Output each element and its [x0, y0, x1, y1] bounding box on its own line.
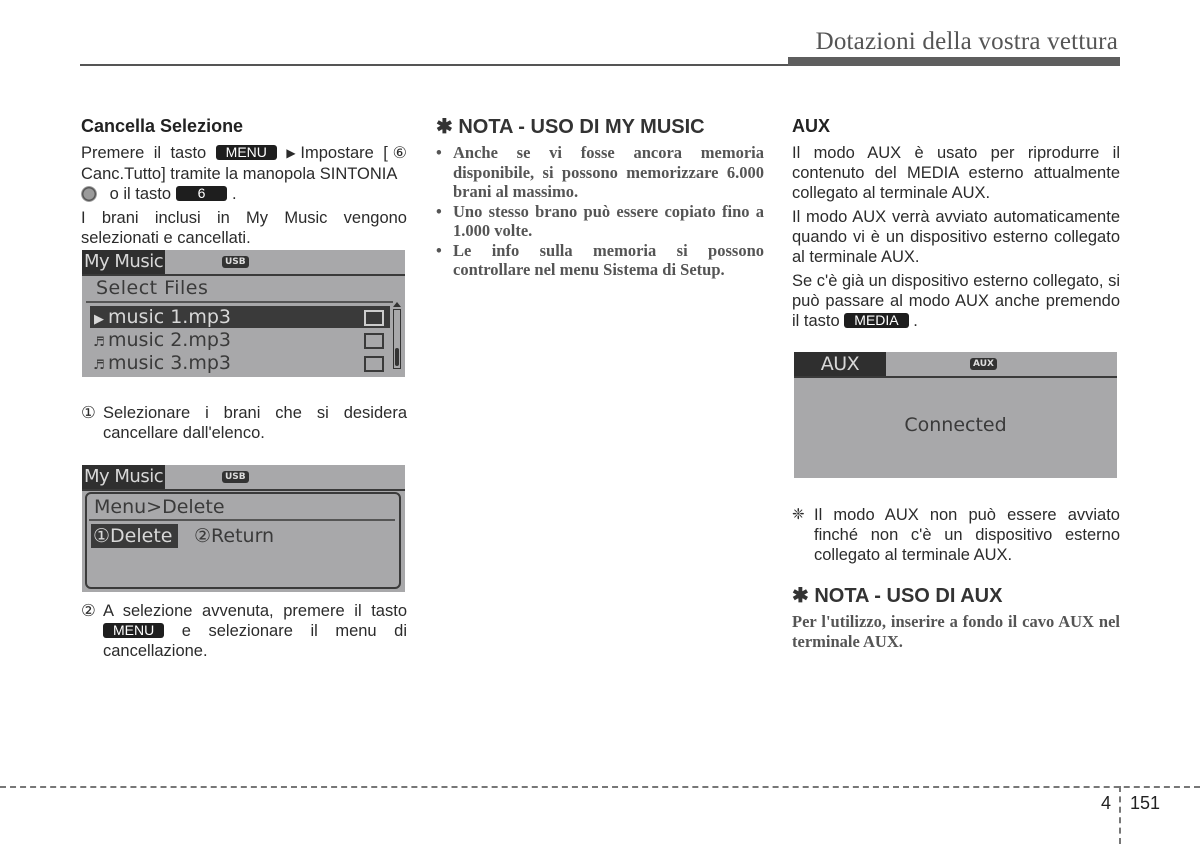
section-heading: AUX [792, 116, 831, 136]
circled-six-icon: ⑥ [387, 145, 408, 162]
step-2: ② A selezione avvenuta, premere il tasto… [81, 601, 407, 661]
header-rule [80, 64, 790, 66]
divider [86, 301, 393, 303]
step-number: ① [81, 404, 96, 422]
aux-paragraph-3: Se c'è già un dispositivo esterno colleg… [792, 271, 1120, 331]
menu-key: MENU [215, 145, 277, 160]
text: . [908, 312, 918, 330]
connection-status: Connected [904, 414, 1007, 436]
note-body: Per l'utilizzo, inserire a fondo il cavo… [792, 612, 1120, 651]
checkbox[interactable] [364, 356, 384, 372]
file-row[interactable]: ♬ music 2.mp3 [90, 329, 390, 351]
step-text: Selezionare i brani che si desidera canc… [103, 404, 407, 442]
file-name: music 3.mp3 [108, 352, 231, 374]
screen-tab: My Music [82, 465, 166, 489]
screen-header: My Music USB [82, 250, 405, 276]
screen-header: My Music USB [82, 465, 405, 491]
screen-tab: AUX [794, 352, 886, 376]
remark-asterisk-icon: ❈ [792, 506, 805, 523]
play-arrow-icon: ▶ [94, 312, 104, 327]
text: Canc.Tutto] tramite la manopola SINTONIA [81, 165, 398, 183]
screen-header: AUX AUX [794, 352, 1117, 378]
arrow-right-icon: ▶ [286, 146, 301, 160]
screen-tab: My Music [82, 250, 166, 274]
usb-badge: USB [222, 471, 249, 483]
remark-text: Il modo AUX non può essere avviato finch… [814, 506, 1120, 564]
aux-paragraph-2: Il modo AUX verrà avviato automaticament… [792, 208, 1120, 266]
text: Impostare [ [300, 144, 388, 162]
step-number: ② [81, 602, 96, 620]
step-text: A selezione avvenuta, premere il tasto M… [103, 601, 407, 661]
text: . [227, 185, 237, 203]
aux-badge: AUX [970, 358, 997, 370]
screen-subtitle: Select Files [96, 277, 209, 299]
chapter-number: 4 [1101, 793, 1112, 813]
header-bar [788, 57, 1120, 66]
music-note-icon: ♬ [93, 335, 105, 350]
text: Se c'è già un dispositivo esterno colleg… [792, 272, 1120, 330]
text: Premere il tasto [81, 144, 216, 162]
note-heading: ✱ NOTA - USO DI AUX [792, 585, 1003, 607]
file-row[interactable]: ▶ music 1.mp3 [90, 306, 390, 328]
footer-dashed-rule [0, 786, 1200, 788]
description-paragraph: I brani inclusi in My Music vengono sele… [81, 209, 407, 247]
media-key: MEDIA [844, 313, 909, 328]
column-aux: AUX Il modo AUX è usato per riprodurre i… [792, 115, 1120, 335]
checkbox[interactable] [364, 333, 384, 349]
file-row[interactable]: ♬ music 3.mp3 [90, 352, 390, 374]
scrollbar[interactable] [393, 302, 401, 370]
step-1: ① Selezionare i brani che si desidera ca… [81, 403, 407, 443]
delete-option[interactable]: ①Delete [91, 524, 179, 548]
column-cancella-selezione: Cancella Selezione Premere il tasto MENU… [81, 115, 407, 252]
footer-dashed-divider [1119, 786, 1121, 844]
note-bullet: Anche se vi fosse ancora memoria disponi… [436, 143, 764, 202]
menu-key: MENU [103, 623, 165, 638]
file-name: music 1.mp3 [108, 306, 231, 328]
note-bullet: Uno stesso brano può essere copiato fino… [436, 202, 764, 241]
column-nota-my-music: ✱ NOTA - USO DI MY MUSIC Anche se vi fos… [436, 115, 764, 280]
screen-select-files: My Music USB Select Files ▶ music 1.mp3 ♬… [82, 250, 405, 377]
aux-remark: ❈ Il modo AUX non può essere avviato fin… [792, 505, 1120, 565]
screen-aux: AUX AUX Connected [794, 352, 1117, 478]
page-number: 151 [1130, 793, 1161, 813]
scroll-track [393, 309, 401, 369]
return-option[interactable]: ②Return [194, 524, 274, 548]
note-heading: ✱ NOTA - USO DI MY MUSIC [436, 116, 705, 138]
aux-paragraph-1: Il modo AUX è usato per riprodurre il co… [792, 144, 1120, 202]
screen-subtitle: Menu>Delete [94, 496, 225, 518]
key-6: 6 [175, 186, 228, 201]
scroll-thumb[interactable] [395, 348, 399, 366]
note-bullets: Anche se vi fosse ancora memoria disponi… [436, 143, 764, 280]
usb-badge: USB [222, 256, 249, 268]
screen-menu-delete: My Music USB Menu>Delete ①Delete ②Return [82, 465, 405, 592]
file-name: music 2.mp3 [108, 329, 231, 351]
instruction-paragraph: Premere il tasto MENU ▶Impostare [⑥ Canc… [81, 143, 407, 204]
scroll-up-icon [393, 302, 401, 307]
checkbox[interactable] [364, 310, 384, 326]
text: o il tasto [105, 185, 176, 203]
note-bullet: Le info sulla memoria si possono control… [436, 241, 764, 280]
tune-knob-icon [81, 186, 97, 202]
text: A selezione avvenuta, premere il tasto [103, 602, 407, 620]
note-aux: ✱ NOTA - USO DI AUX Per l'utilizzo, inse… [792, 584, 1120, 652]
section-heading: Cancella Selezione [81, 116, 244, 136]
chapter-title: Dotazioni della vostra vettura [815, 28, 1118, 55]
divider [89, 519, 395, 521]
music-note-icon: ♬ [93, 358, 105, 373]
